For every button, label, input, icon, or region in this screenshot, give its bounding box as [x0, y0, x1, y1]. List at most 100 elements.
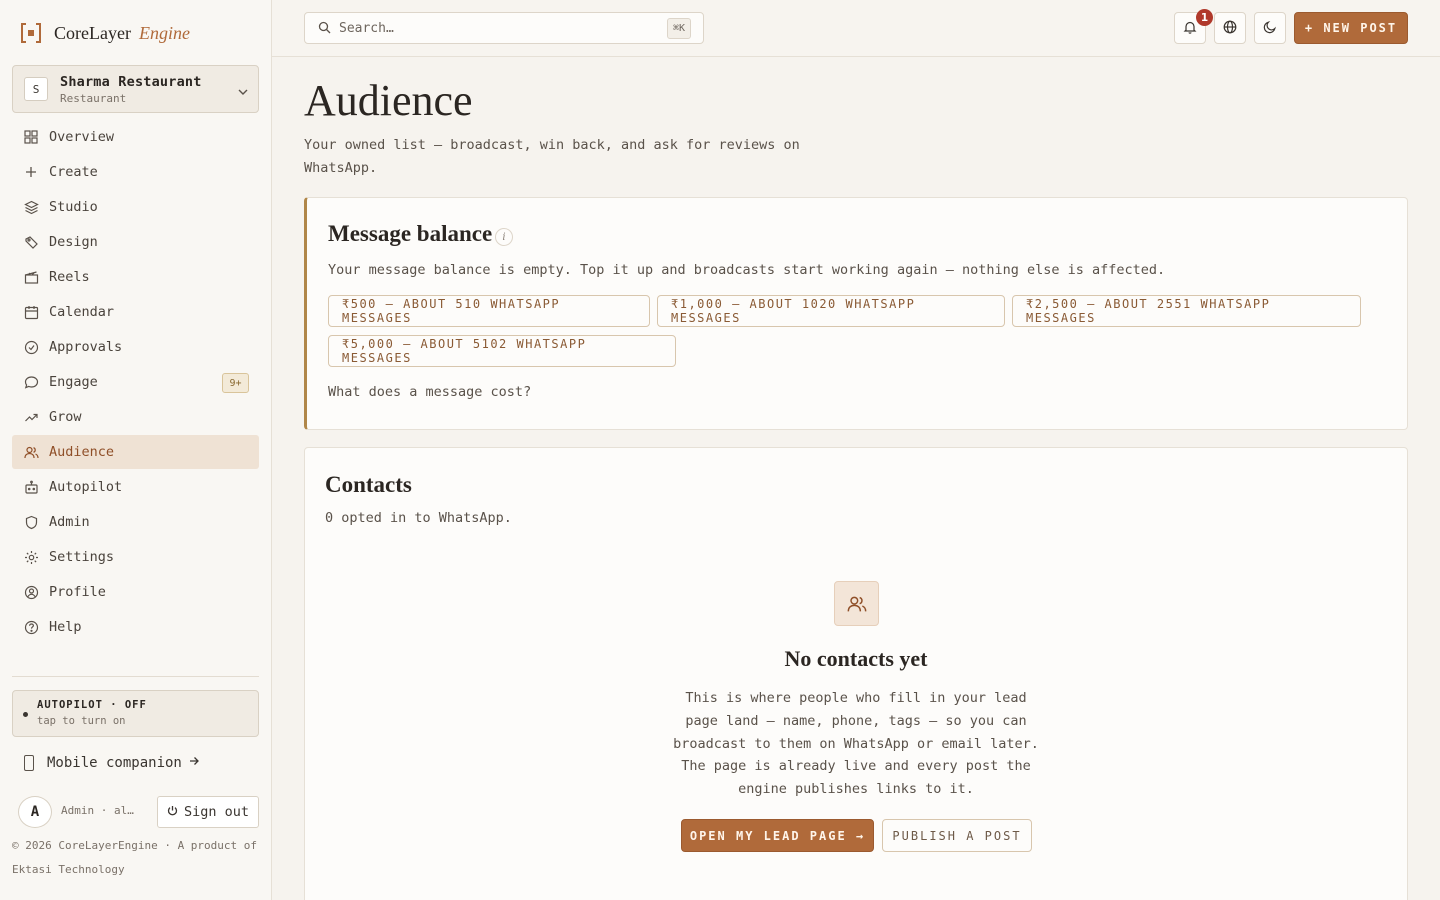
publish-post-button[interactable]: PUBLISH A POST	[882, 819, 1032, 852]
sidebar-item-label: Engage	[49, 374, 98, 390]
sidebar-item-label: Audience	[49, 444, 115, 460]
sidebar-item-label: Admin	[49, 514, 90, 530]
brand[interactable]: CoreLayer Engine	[20, 20, 190, 46]
topup-option-5000[interactable]: ₹5,000 — ABOUT 5102 WHATSAPP MESSAGES	[328, 335, 676, 367]
sidebar-item-label: Create	[49, 164, 98, 180]
chat-icon	[23, 374, 39, 390]
shield-icon	[23, 514, 39, 530]
power-icon	[167, 805, 178, 819]
engage-count-badge: 9+	[222, 373, 249, 393]
sign-out-label: Sign out	[183, 804, 250, 820]
workspace-type: Restaurant	[60, 91, 127, 105]
brand-name: CoreLayer	[54, 22, 131, 43]
sidebar-item-label: Calendar	[49, 304, 115, 320]
sidebar-item-label: Autopilot	[49, 479, 123, 495]
grid-icon	[23, 129, 39, 145]
sidebar-item-label: Studio	[49, 199, 98, 215]
balance-description: Your message balance is empty. Top it up…	[328, 262, 1166, 278]
sidebar-divider	[12, 676, 259, 677]
check-circle-icon	[23, 339, 39, 355]
bot-icon	[23, 479, 39, 495]
bell-icon	[1183, 19, 1197, 38]
sidebar-item-profile[interactable]: Profile	[12, 575, 259, 609]
sidebar-item-engage[interactable]: Engage 9+	[12, 365, 259, 399]
workspace-avatar: S	[24, 77, 48, 101]
user-meta: Admin · al…	[61, 804, 134, 817]
page-subtitle: Your owned list — broadcast, win back, a…	[304, 137, 800, 176]
sidebar: CoreLayer Engine S Sharma Restaurant Res…	[0, 0, 272, 900]
copyright: © 2026 CoreLayerEngine · A product of Ek…	[12, 839, 258, 876]
contacts-title: Contacts	[325, 472, 412, 497]
help-circle-icon	[23, 619, 39, 635]
sidebar-item-grow[interactable]: Grow	[12, 400, 259, 434]
sidebar-item-label: Settings	[49, 549, 115, 565]
sidebar-item-reels[interactable]: Reels	[12, 260, 259, 294]
sidebar-item-design[interactable]: Design	[12, 225, 259, 259]
autopilot-toggle[interactable]: AUTOPILOT · OFF tap to turn on	[12, 690, 259, 737]
brand-suffix: Engine	[138, 22, 190, 43]
search-shortcut: ⌘K	[666, 18, 691, 39]
sidebar-item-calendar[interactable]: Calendar	[12, 295, 259, 329]
autopilot-status-dot	[23, 712, 28, 717]
topbar: ⌘K 1 + NEW POST	[272, 0, 1440, 57]
layers-icon	[23, 199, 39, 215]
sidebar-item-label: Approvals	[49, 339, 123, 355]
topup-option-500[interactable]: ₹500 — ABOUT 510 WHATSAPP MESSAGES	[328, 295, 650, 327]
notification-count-badge: 1	[1196, 9, 1213, 26]
sidebar-item-admin[interactable]: Admin	[12, 505, 259, 539]
topup-option-2500[interactable]: ₹2,500 — ABOUT 2551 WHATSAPP MESSAGES	[1012, 295, 1361, 327]
sidebar-item-approvals[interactable]: Approvals	[12, 330, 259, 364]
theme-toggle-button[interactable]	[1254, 12, 1286, 44]
brush-icon	[23, 234, 39, 250]
sidebar-item-audience[interactable]: Audience	[12, 435, 259, 469]
mobile-companion-label: Mobile companion	[47, 755, 182, 771]
page-title: Audience	[304, 76, 473, 125]
sidebar-nav: Overview Create Studio Design Reels Cale…	[12, 120, 259, 645]
globe-icon	[1223, 19, 1237, 38]
sidebar-item-settings[interactable]: Settings	[12, 540, 259, 574]
brand-logo-icon	[20, 21, 42, 45]
sidebar-item-overview[interactable]: Overview	[12, 120, 259, 154]
clapper-icon	[23, 269, 39, 285]
new-post-button[interactable]: + NEW POST	[1294, 12, 1408, 44]
autopilot-hint: tap to turn on	[37, 715, 126, 727]
trend-up-icon	[23, 409, 39, 425]
workspace-switcher[interactable]: S Sharma Restaurant Restaurant	[12, 65, 259, 113]
avatar[interactable]: A	[18, 796, 52, 828]
message-balance-card: Message balance i Your message balance i…	[304, 197, 1408, 430]
gear-icon	[23, 549, 39, 565]
user-circle-icon	[23, 584, 39, 600]
mobile-companion-link[interactable]: Mobile companion	[24, 755, 200, 771]
chevron-down-icon	[237, 83, 249, 102]
sidebar-item-autopilot[interactable]: Autopilot	[12, 470, 259, 504]
search-icon	[318, 19, 331, 38]
workspace-name: Sharma Restaurant	[60, 73, 202, 90]
sidebar-item-label: Design	[49, 234, 98, 250]
message-cost-link[interactable]: What does a message cost?	[328, 384, 531, 400]
notifications-button[interactable]: 1	[1174, 9, 1213, 44]
language-button[interactable]	[1214, 12, 1246, 44]
contacts-card: Contacts 0 opted in to WhatsApp. No cont…	[304, 447, 1408, 900]
info-icon[interactable]: i	[495, 228, 513, 246]
plus-icon	[23, 164, 39, 180]
users-icon	[834, 581, 879, 626]
empty-state-description: This is where people who fill in your le…	[673, 690, 1039, 798]
arrow-right-icon	[188, 755, 200, 771]
open-lead-page-button[interactable]: OPEN MY LEAD PAGE →	[681, 819, 874, 852]
topup-option-1000[interactable]: ₹1,000 — ABOUT 1020 WHATSAPP MESSAGES	[657, 295, 1005, 327]
search-box[interactable]: ⌘K	[304, 12, 704, 44]
sidebar-item-studio[interactable]: Studio	[12, 190, 259, 224]
contacts-count: 0 opted in to WhatsApp.	[325, 510, 512, 526]
sidebar-item-create[interactable]: Create	[12, 155, 259, 189]
sidebar-item-help[interactable]: Help	[12, 610, 259, 644]
users-icon	[23, 444, 39, 460]
sign-out-button[interactable]: Sign out	[157, 796, 259, 828]
moon-icon	[1263, 19, 1277, 38]
sidebar-item-label: Grow	[49, 409, 82, 425]
message-balance-title: Message balance	[328, 221, 493, 246]
sidebar-item-label: Overview	[49, 129, 115, 145]
sidebar-item-label: Reels	[49, 269, 90, 285]
sidebar-item-label: Profile	[49, 584, 106, 600]
sidebar-item-label: Help	[49, 619, 82, 635]
search-input[interactable]	[339, 20, 649, 36]
